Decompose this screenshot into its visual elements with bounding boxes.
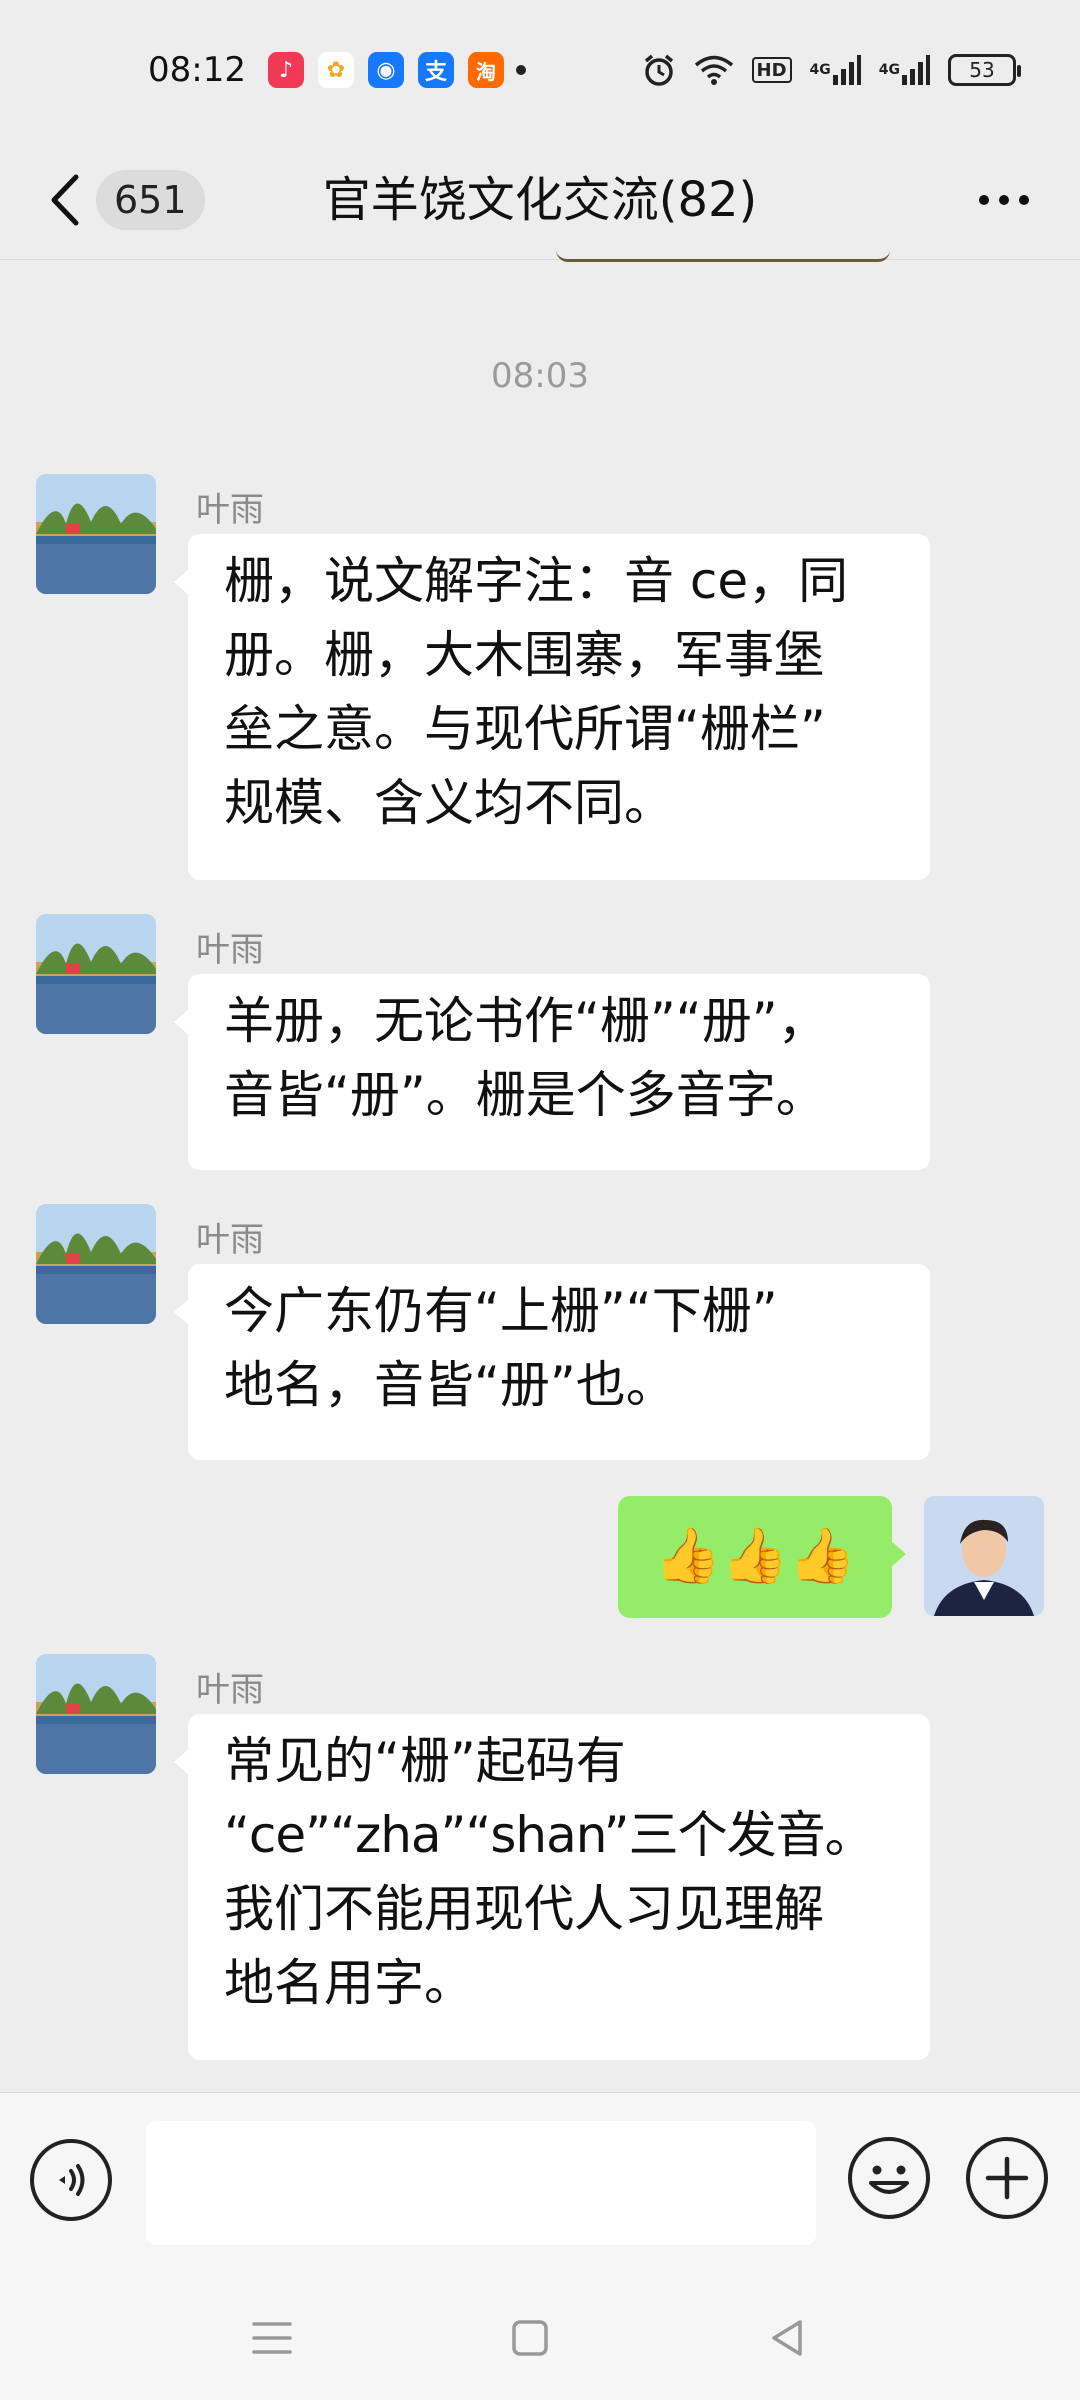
message-line: 垒之意。与现代所谓“栅栏” bbox=[224, 700, 826, 758]
sender-avatar[interactable] bbox=[36, 1204, 156, 1324]
notification-dot-icon bbox=[515, 65, 526, 75]
message-line: 羊册，无论书作“栅”“册”， bbox=[224, 992, 828, 1050]
hd-icon: HD bbox=[751, 57, 792, 83]
battery-icon: 53 bbox=[948, 54, 1021, 86]
pinwheel-app-icon: ✿ bbox=[317, 52, 354, 88]
status-indicators: HD 4G 4G 53 bbox=[642, 53, 1021, 87]
message-bubble[interactable]: 栅，说文解字注：音 ce，同 册。栅，大木围寨，军事堡 垒之意。与现代所谓“栅栏… bbox=[174, 534, 930, 880]
more-dot-icon bbox=[999, 195, 1009, 205]
sender-name: 叶雨 bbox=[196, 490, 264, 530]
emoji-button[interactable] bbox=[848, 2137, 930, 2219]
message-line: 常见的“栅”起码有 bbox=[224, 1732, 626, 1790]
signal-type-label: 4G bbox=[809, 62, 831, 78]
voice-input-button[interactable] bbox=[30, 2139, 112, 2221]
message-line: 今广东仍有“上栅”“下栅” bbox=[224, 1282, 778, 1340]
sender-avatar[interactable] bbox=[36, 914, 156, 1034]
more-options-button[interactable] bbox=[964, 170, 1044, 230]
taobao-app-icon: 淘 bbox=[467, 52, 504, 88]
time-separator: 08:03 bbox=[491, 356, 589, 396]
more-features-button[interactable] bbox=[966, 2137, 1048, 2219]
message-line: “ce”“zha”“shan”三个发音。 bbox=[224, 1806, 875, 1864]
smiley-icon bbox=[869, 2165, 909, 2194]
status-time: 08:12 bbox=[148, 50, 246, 90]
signal-strength-icon-2: 4G bbox=[879, 55, 930, 85]
alipay-app-icon: 支 bbox=[417, 52, 454, 88]
message-bubble[interactable]: 常见的“栅”起码有 “ce”“zha”“shan”三个发音。 我们不能用现代人习… bbox=[174, 1714, 930, 2060]
home-square-icon bbox=[512, 2320, 548, 2356]
chat-header: 651 官羊饶文化交流(82) bbox=[0, 140, 1080, 260]
message-list[interactable]: 08:03 叶雨 栅，说文解字注：音 ce，同 册。栅，大木围寨，军事堡 垒之意… bbox=[0, 260, 1080, 2092]
message-input[interactable] bbox=[146, 2121, 816, 2245]
message-line: 地名，音皆“册”也。 bbox=[224, 1356, 676, 1414]
alarm-icon bbox=[642, 53, 676, 87]
wifi-icon bbox=[694, 54, 734, 86]
more-dot-icon bbox=[979, 195, 989, 205]
signal-strength-icon: 4G bbox=[810, 55, 861, 85]
home-nav-button[interactable] bbox=[500, 2308, 560, 2368]
message-bubble[interactable]: 今广东仍有“上栅”“下栅” 地名，音皆“册”也。 bbox=[174, 1264, 930, 1460]
signal-type-label-2: 4G bbox=[878, 62, 900, 78]
browser-app-icon: ◉ bbox=[367, 52, 404, 88]
plus-icon bbox=[985, 2156, 1029, 2200]
message-line: 册。栅，大木围寨，军事堡 bbox=[224, 626, 824, 684]
sender-avatar[interactable] bbox=[36, 1654, 156, 1774]
menu-nav-button[interactable] bbox=[242, 2308, 302, 2368]
back-button[interactable] bbox=[40, 162, 90, 238]
message-line: 我们不能用现代人习见理解 bbox=[224, 1880, 824, 1938]
chevron-left-icon bbox=[51, 174, 79, 226]
back-nav-button[interactable] bbox=[758, 2308, 818, 2368]
message-line: 规模、含义均不同。 bbox=[224, 774, 674, 832]
message-line: 栅，说文解字注：音 ce，同 bbox=[224, 552, 849, 610]
triangle-back-icon bbox=[772, 2320, 802, 2356]
sender-name: 叶雨 bbox=[196, 1670, 264, 1710]
music-app-icon: ♪ bbox=[267, 52, 304, 88]
sender-avatar[interactable] bbox=[36, 474, 156, 594]
message-line: 地名用字。 bbox=[224, 1954, 474, 2012]
unread-count-badge[interactable]: 651 bbox=[96, 170, 205, 230]
status-bar: 08:12 ♪ ✿ ◉ 支 淘 HD 4G 4G 53 bbox=[0, 0, 1080, 140]
message-bubble[interactable]: 羊册，无论书作“栅”“册”， 音皆“册”。栅是个多音字。 bbox=[174, 974, 930, 1170]
input-bar bbox=[0, 2092, 1080, 2276]
system-navigation-bar bbox=[0, 2276, 1080, 2400]
more-dot-icon bbox=[1019, 195, 1029, 205]
sender-name: 叶雨 bbox=[196, 930, 264, 970]
sender-name: 叶雨 bbox=[196, 1220, 264, 1260]
my-avatar[interactable] bbox=[924, 1496, 1044, 1616]
message-line: 音皆“册”。栅是个多音字。 bbox=[224, 1066, 826, 1124]
status-app-icons: ♪ ✿ ◉ 支 淘 bbox=[267, 52, 504, 88]
voice-wave-icon bbox=[59, 2164, 85, 2196]
menu-icon bbox=[252, 2322, 292, 2354]
message-bubble-outgoing[interactable]: 👍👍👍 bbox=[618, 1496, 906, 1618]
